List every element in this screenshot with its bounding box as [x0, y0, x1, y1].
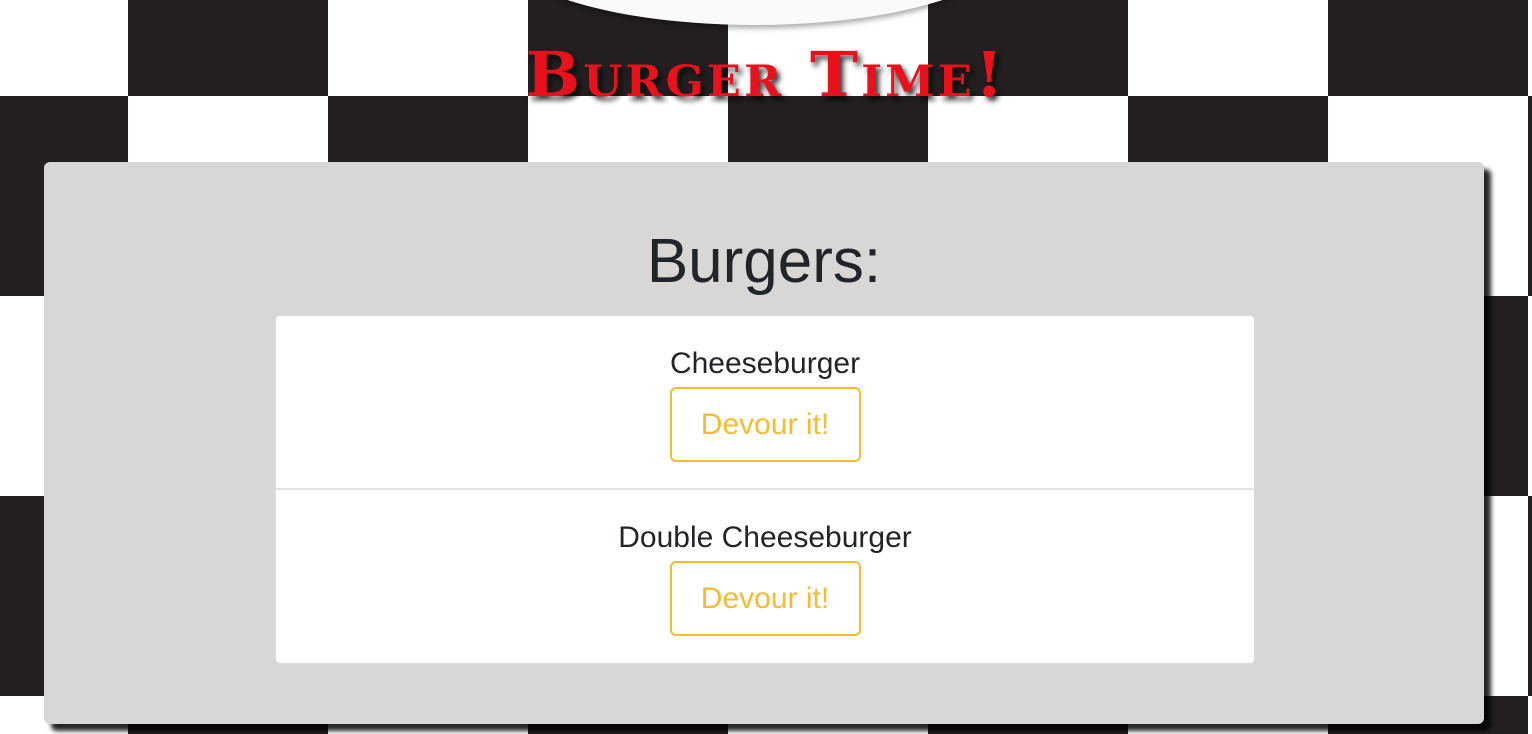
site-title: Burger Time! — [525, 38, 1007, 111]
burgers-panel: Burgers: Cheeseburger Devour it! Double … — [44, 162, 1484, 724]
list-item: Cheeseburger Devour it! — [276, 316, 1254, 490]
devour-button[interactable]: Devour it! — [669, 387, 861, 462]
panel-heading: Burgers: — [646, 227, 882, 296]
plate-image — [500, 0, 1010, 25]
burger-name: Cheeseburger — [669, 347, 861, 380]
list-item: Double Cheeseburger Devour it! — [276, 490, 1254, 663]
devour-button[interactable]: Devour it! — [669, 561, 861, 636]
burger-name: Double Cheeseburger — [618, 521, 912, 554]
burger-list: Cheeseburger Devour it! Double Cheesebur… — [275, 315, 1255, 664]
